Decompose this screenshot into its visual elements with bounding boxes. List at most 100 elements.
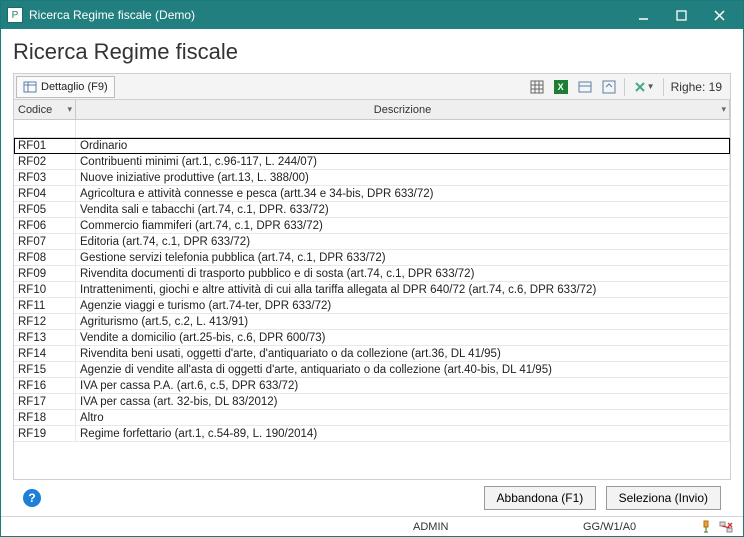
cell-codice: RF09 xyxy=(14,266,76,281)
close-icon xyxy=(714,10,725,21)
chevron-down-icon: ▼ xyxy=(647,82,655,91)
status-network-icon xyxy=(719,520,733,534)
table-row[interactable]: RF18Altro xyxy=(14,410,730,426)
cell-descrizione: Contribuenti minimi (art.1, c.96-117, L.… xyxy=(76,154,730,169)
table-row[interactable]: RF06Commercio fiammiferi (art.74, c.1, D… xyxy=(14,218,730,234)
abbandona-button[interactable]: Abbandona (F1) xyxy=(484,486,597,510)
righe-label-text: Righe: xyxy=(671,80,706,94)
column-header-codice[interactable]: Codice ▾ xyxy=(14,100,76,119)
cell-codice: RF12 xyxy=(14,314,76,329)
cell-codice: RF07 xyxy=(14,234,76,249)
table-row[interactable]: RF05Vendita sali e tabacchi (art.74, c.1… xyxy=(14,202,730,218)
close-button[interactable] xyxy=(707,5,731,25)
cell-codice: RF02 xyxy=(14,154,76,169)
filter-row xyxy=(14,120,730,138)
table-row[interactable]: RF10Intrattenimenti, giochi e altre atti… xyxy=(14,282,730,298)
filter-descrizione[interactable] xyxy=(76,120,730,137)
table-row[interactable]: RF02Contribuenti minimi (art.1, c.96-117… xyxy=(14,154,730,170)
tools-icon xyxy=(633,80,647,94)
maximize-icon xyxy=(676,10,687,21)
table-row[interactable]: RF16IVA per cassa P.A. (art.6, c.5, DPR … xyxy=(14,378,730,394)
grid-view-button[interactable] xyxy=(574,76,596,98)
dettaglio-label: Dettaglio (F9) xyxy=(41,81,108,93)
cell-descrizione: Intrattenimenti, giochi e altre attività… xyxy=(76,282,730,297)
table-row[interactable]: RF12Agriturismo (art.5, c.2, L. 413/91) xyxy=(14,314,730,330)
cell-codice: RF06 xyxy=(14,218,76,233)
column-header-codice-label: Codice xyxy=(18,104,52,116)
table-row[interactable]: RF01Ordinario xyxy=(14,138,730,154)
expand-button[interactable] xyxy=(598,76,620,98)
help-icon: ? xyxy=(28,491,35,505)
status-user: ADMIN xyxy=(413,521,583,533)
filter-codice[interactable] xyxy=(14,120,76,137)
export-excel-button[interactable]: X xyxy=(550,76,572,98)
cell-codice: RF03 xyxy=(14,170,76,185)
seleziona-button[interactable]: Seleziona (Invio) xyxy=(606,486,721,510)
cell-codice: RF10 xyxy=(14,282,76,297)
excel-icon: X xyxy=(554,80,568,94)
cell-descrizione: Gestione servizi telefonia pubblica (art… xyxy=(76,250,730,265)
cell-codice: RF19 xyxy=(14,426,76,441)
cell-descrizione: Agenzie viaggi e turismo (art.74-ter, DP… xyxy=(76,298,730,313)
footer: ? Abbandona (F1) Seleziona (Invio) xyxy=(13,480,731,512)
help-button[interactable]: ? xyxy=(23,489,41,507)
table-row[interactable]: RF13Vendite a domicilio (art.25-bis, c.6… xyxy=(14,330,730,346)
window-title: Ricerca Regime fiscale (Demo) xyxy=(29,8,631,22)
table-row[interactable]: RF15Agenzie di vendite all'asta di ogget… xyxy=(14,362,730,378)
cell-descrizione: Ordinario xyxy=(76,138,730,153)
grid-panel: Dettaglio (F9) X xyxy=(13,73,731,480)
grid-body: RF01OrdinarioRF02Contribuenti minimi (ar… xyxy=(14,138,730,479)
cell-codice: RF13 xyxy=(14,330,76,345)
cell-codice: RF16 xyxy=(14,378,76,393)
cell-descrizione: Agriturismo (art.5, c.2, L. 413/91) xyxy=(76,314,730,329)
chevron-down-icon: ▾ xyxy=(67,104,72,115)
table-row[interactable]: RF09Rivendita documenti di trasporto pub… xyxy=(14,266,730,282)
column-header-descrizione[interactable]: Descrizione ▾ xyxy=(76,100,730,119)
cell-codice: RF17 xyxy=(14,394,76,409)
righe-count-value: 19 xyxy=(709,80,722,94)
cell-descrizione: Rivendita beni usati, oggetti d'arte, d'… xyxy=(76,346,730,361)
table-row[interactable]: RF14Rivendita beni usati, oggetti d'arte… xyxy=(14,346,730,362)
maximize-button[interactable] xyxy=(669,5,693,25)
tools-dropdown-button[interactable]: ▼ xyxy=(629,76,659,98)
cell-codice: RF18 xyxy=(14,410,76,425)
table-row[interactable]: RF17IVA per cassa (art. 32-bis, DL 83/20… xyxy=(14,394,730,410)
cell-codice: RF04 xyxy=(14,186,76,201)
cell-descrizione: Vendite a domicilio (art.25-bis, c.6, DP… xyxy=(76,330,730,345)
cell-codice: RF14 xyxy=(14,346,76,361)
app-icon: P xyxy=(7,7,23,23)
expand-icon xyxy=(602,80,616,94)
cell-descrizione: Agricoltura e attività connesse e pesca … xyxy=(76,186,730,201)
table-row[interactable]: RF08Gestione servizi telefonia pubblica … xyxy=(14,250,730,266)
cell-descrizione: IVA per cassa P.A. (art.6, c.5, DPR 633/… xyxy=(76,378,730,393)
content-area: Ricerca Regime fiscale Dettaglio (F9) xyxy=(1,29,743,516)
chevron-down-icon: ▾ xyxy=(721,104,726,115)
cell-codice: RF01 xyxy=(14,138,76,153)
window: P Ricerca Regime fiscale (Demo) Ricerca … xyxy=(0,0,744,537)
toolbar: Dettaglio (F9) X xyxy=(14,74,730,100)
status-connection-icon xyxy=(699,520,713,534)
grid-config-icon xyxy=(530,80,544,94)
minimize-icon xyxy=(638,10,649,21)
minimize-button[interactable] xyxy=(631,5,655,25)
cell-descrizione: Altro xyxy=(76,410,730,425)
table-row[interactable]: RF19Regime forfettario (art.1, c.54-89, … xyxy=(14,426,730,442)
table-row[interactable]: RF03Nuove iniziative produttive (art.13,… xyxy=(14,170,730,186)
table-row[interactable]: RF07Editoria (art.74, c.1, DPR 633/72) xyxy=(14,234,730,250)
cell-descrizione: Nuove iniziative produttive (art.13, L. … xyxy=(76,170,730,185)
cell-descrizione: Editoria (art.74, c.1, DPR 633/72) xyxy=(76,234,730,249)
titlebar: P Ricerca Regime fiscale (Demo) xyxy=(1,1,743,29)
row-count: Righe: 19 xyxy=(667,80,730,94)
grid-view-icon xyxy=(578,80,592,94)
cell-descrizione: Regime forfettario (art.1, c.54-89, L. 1… xyxy=(76,426,730,441)
table-row[interactable]: RF04Agricoltura e attività connesse e pe… xyxy=(14,186,730,202)
cell-descrizione: Rivendita documenti di trasporto pubblic… xyxy=(76,266,730,281)
status-session: GG/W1/A0 xyxy=(583,521,693,533)
table-row[interactable]: RF11Agenzie viaggi e turismo (art.74-ter… xyxy=(14,298,730,314)
cell-codice: RF08 xyxy=(14,250,76,265)
column-header-descrizione-label: Descrizione xyxy=(374,104,431,116)
dettaglio-button[interactable]: Dettaglio (F9) xyxy=(16,76,115,98)
grid-config-button[interactable] xyxy=(526,76,548,98)
statusbar: ADMIN GG/W1/A0 xyxy=(1,516,743,536)
grid-header-row: Codice ▾ Descrizione ▾ xyxy=(14,100,730,120)
